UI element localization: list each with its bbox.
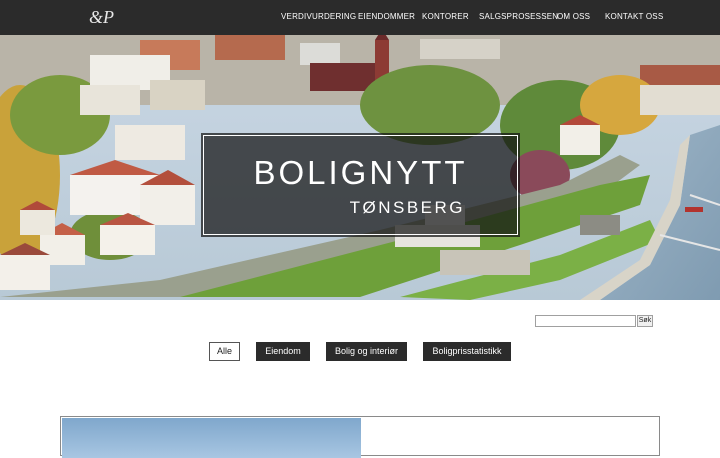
nav-item-om-oss[interactable]: OM OSS [557,12,590,21]
article-card[interactable] [60,416,660,458]
top-navigation-bar: &P VERDIVURDERING EIENDOMMER KONTORER SA… [0,0,720,35]
nav-item-kontorer[interactable]: KONTORER [422,12,469,21]
hero-banner: BOLIGNYTT TØNSBERG [0,35,720,300]
hero-title: BOLIGNYTT [253,154,468,191]
nav-item-salgsprosessen[interactable]: SALGSPROSESSEN [479,12,558,21]
filter-alle[interactable]: Alle [209,342,240,361]
filter-boligprisstatistikk[interactable]: Boligprisstatistikk [423,342,511,361]
hero-subtitle: TØNSBERG [349,198,465,217]
filter-bolig-og-interior[interactable]: Bolig og interiør [326,342,407,361]
brand-logo[interactable]: &P [89,4,114,30]
nav-item-verdivurdering[interactable]: VERDIVURDERING [281,12,356,21]
search-input[interactable] [535,315,636,327]
filter-eiendom[interactable]: Eiendom [256,342,310,361]
nav-item-eiendommer[interactable]: EIENDOMMER [358,12,415,21]
nav-item-kontakt-oss[interactable]: KONTAKT OSS [605,12,663,21]
hero-title-box: BOLIGNYTT TØNSBERG [201,133,520,237]
search-button[interactable]: Søk [637,315,653,327]
article-card-image[interactable] [62,418,361,458]
